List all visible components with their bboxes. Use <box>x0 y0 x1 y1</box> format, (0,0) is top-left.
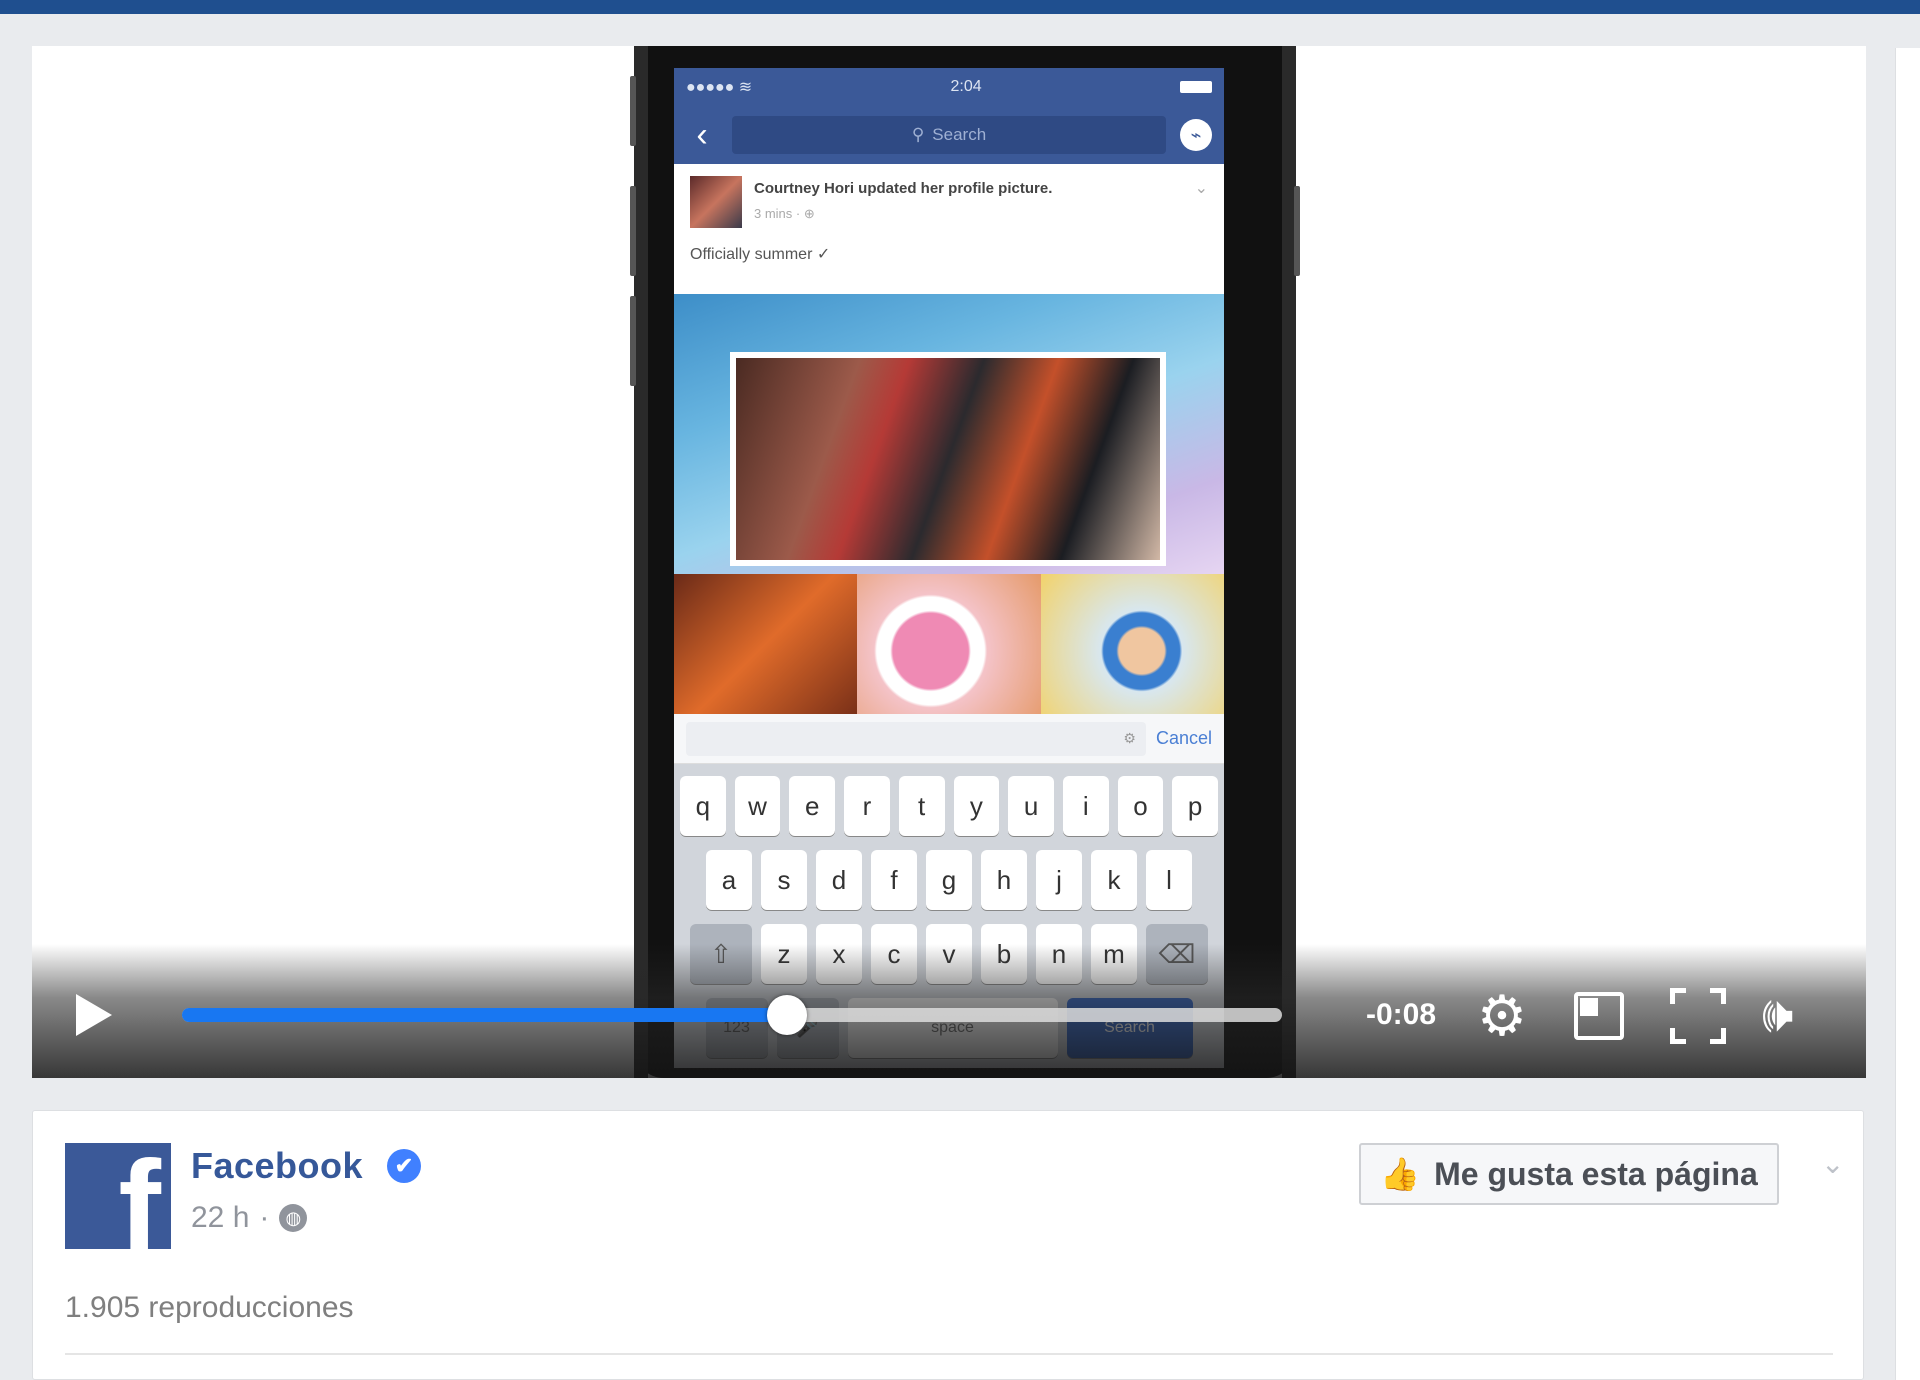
phone-search-box: ⚲ Search <box>732 116 1166 154</box>
phone-photo-thumbnails <box>674 574 1224 714</box>
keyboard-key: r <box>844 776 890 836</box>
thumbnail-image <box>857 574 1041 714</box>
post-card: f Facebook ✔ 22 h · ◍ 👍 Me gusta esta pá… <box>32 1110 1864 1380</box>
keyboard-key: l <box>1146 850 1192 910</box>
phone-search-placeholder: Search <box>932 125 987 144</box>
like-page-label: Me gusta esta página <box>1434 1155 1758 1192</box>
phone-post-author: Courtney Hori updated her profile pictur… <box>754 180 1053 197</box>
phone-cancel-link: Cancel <box>1155 728 1212 748</box>
page-avatar[interactable]: f <box>65 1143 171 1249</box>
keyboard-key: s <box>761 850 807 910</box>
keyboard-key: j <box>1036 850 1082 910</box>
like-page-button[interactable]: 👍 Me gusta esta página <box>1359 1143 1779 1205</box>
keyboard-key: k <box>1091 850 1137 910</box>
volume-icon[interactable]: 🕪 <box>1762 984 1794 1044</box>
progress-fill <box>182 1008 787 1022</box>
verified-badge-icon: ✔ <box>387 1149 421 1183</box>
thumbnail-image <box>1040 574 1224 714</box>
video-controls-bar: -0:08 ⚙ 🕪 <box>32 944 1866 1078</box>
back-arrow-icon: ‹ <box>696 115 708 154</box>
phone-bezel-left <box>634 46 648 1078</box>
phone-fb-navbar: ‹ ⚲ Search ⌁ <box>674 106 1224 164</box>
keyboard-key: e <box>789 776 836 836</box>
progress-handle[interactable] <box>767 995 807 1035</box>
keyboard-key: h <box>981 850 1027 910</box>
top-navigation-bar <box>0 0 1920 14</box>
keyboard-key: f <box>871 850 917 910</box>
thumbnail-image <box>674 574 858 714</box>
keyboard-key: u <box>1008 776 1054 836</box>
time-remaining: -0:08 <box>1366 998 1437 1031</box>
globe-icon: ◍ <box>279 1204 308 1232</box>
phone-post-meta: 3 mins · ⊕ <box>754 206 815 221</box>
post-timestamp[interactable]: 22 h <box>191 1201 249 1235</box>
keyboard-key: y <box>953 776 1000 836</box>
phone-side-button <box>630 186 636 276</box>
picture-in-picture-icon[interactable] <box>1574 992 1624 1040</box>
view-count: 1.905 reproducciones <box>65 1291 354 1324</box>
video-frame-phone: ●●●●● ≋ 2:04 ‹ ⚲ Search ⌁ Courtney Hori … <box>630 46 1300 1078</box>
chevron-down-icon[interactable]: ⌄ <box>1821 1147 1844 1180</box>
status-time: 2:04 <box>950 78 982 95</box>
keyboard-key: g <box>926 850 972 910</box>
fullscreen-icon[interactable] <box>1670 988 1726 1044</box>
search-icon: ⚲ <box>911 125 925 144</box>
post-meta: 22 h · ◍ <box>191 1201 308 1235</box>
page-name-link[interactable]: Facebook <box>191 1145 363 1187</box>
phone-side-button <box>630 296 636 386</box>
phone-side-button <box>630 76 636 146</box>
keyboard-key: w <box>734 776 781 836</box>
phone-search-row: ⚙ Cancel <box>674 714 1224 764</box>
keyboard-key: p <box>1172 776 1219 836</box>
phone-cover-photo <box>674 294 1224 574</box>
progress-track[interactable] <box>182 995 1282 1035</box>
video-player[interactable]: ●●●●● ≋ 2:04 ‹ ⚲ Search ⌁ Courtney Hori … <box>32 46 1866 1078</box>
phone-side-button <box>1294 186 1300 276</box>
settings-gear-icon[interactable]: ⚙ <box>1472 986 1532 1046</box>
keyboard-key: d <box>816 850 862 910</box>
keyboard-row: qwertyuiop <box>679 776 1219 836</box>
chevron-down-icon: ⌄ <box>1194 180 1208 197</box>
play-icon[interactable] <box>76 994 112 1036</box>
phone-screen: ●●●●● ≋ 2:04 ‹ ⚲ Search ⌁ Courtney Hori … <box>674 68 1224 1068</box>
divider <box>65 1353 1833 1355</box>
messenger-icon: ⌁ <box>1180 119 1212 151</box>
phone-post-header: Courtney Hori updated her profile pictur… <box>674 164 1224 294</box>
phone-search-field: ⚙ <box>686 721 1146 756</box>
facebook-logo-icon: f <box>118 1143 161 1249</box>
keyboard-key: i <box>1062 776 1109 836</box>
phone-post-avatar <box>690 176 742 228</box>
phone-post-text: Officially summer ✓ <box>690 246 831 263</box>
meta-separator: · <box>259 1201 270 1234</box>
battery-icon <box>1180 81 1212 93</box>
phone-status-bar: ●●●●● ≋ 2:04 <box>674 68 1224 106</box>
keyboard-key: a <box>706 850 752 910</box>
thumbs-up-icon: 👍 <box>1380 1156 1421 1192</box>
right-column-edge <box>1895 48 1920 1380</box>
keyboard-row: asdfghjkl <box>680 850 1218 910</box>
keyboard-key: q <box>679 776 726 836</box>
phone-profile-picture <box>730 352 1166 566</box>
keyboard-key: t <box>898 776 945 836</box>
signal-icon: ●●●●● ≋ <box>686 79 753 96</box>
keyboard-key: o <box>1117 776 1164 836</box>
